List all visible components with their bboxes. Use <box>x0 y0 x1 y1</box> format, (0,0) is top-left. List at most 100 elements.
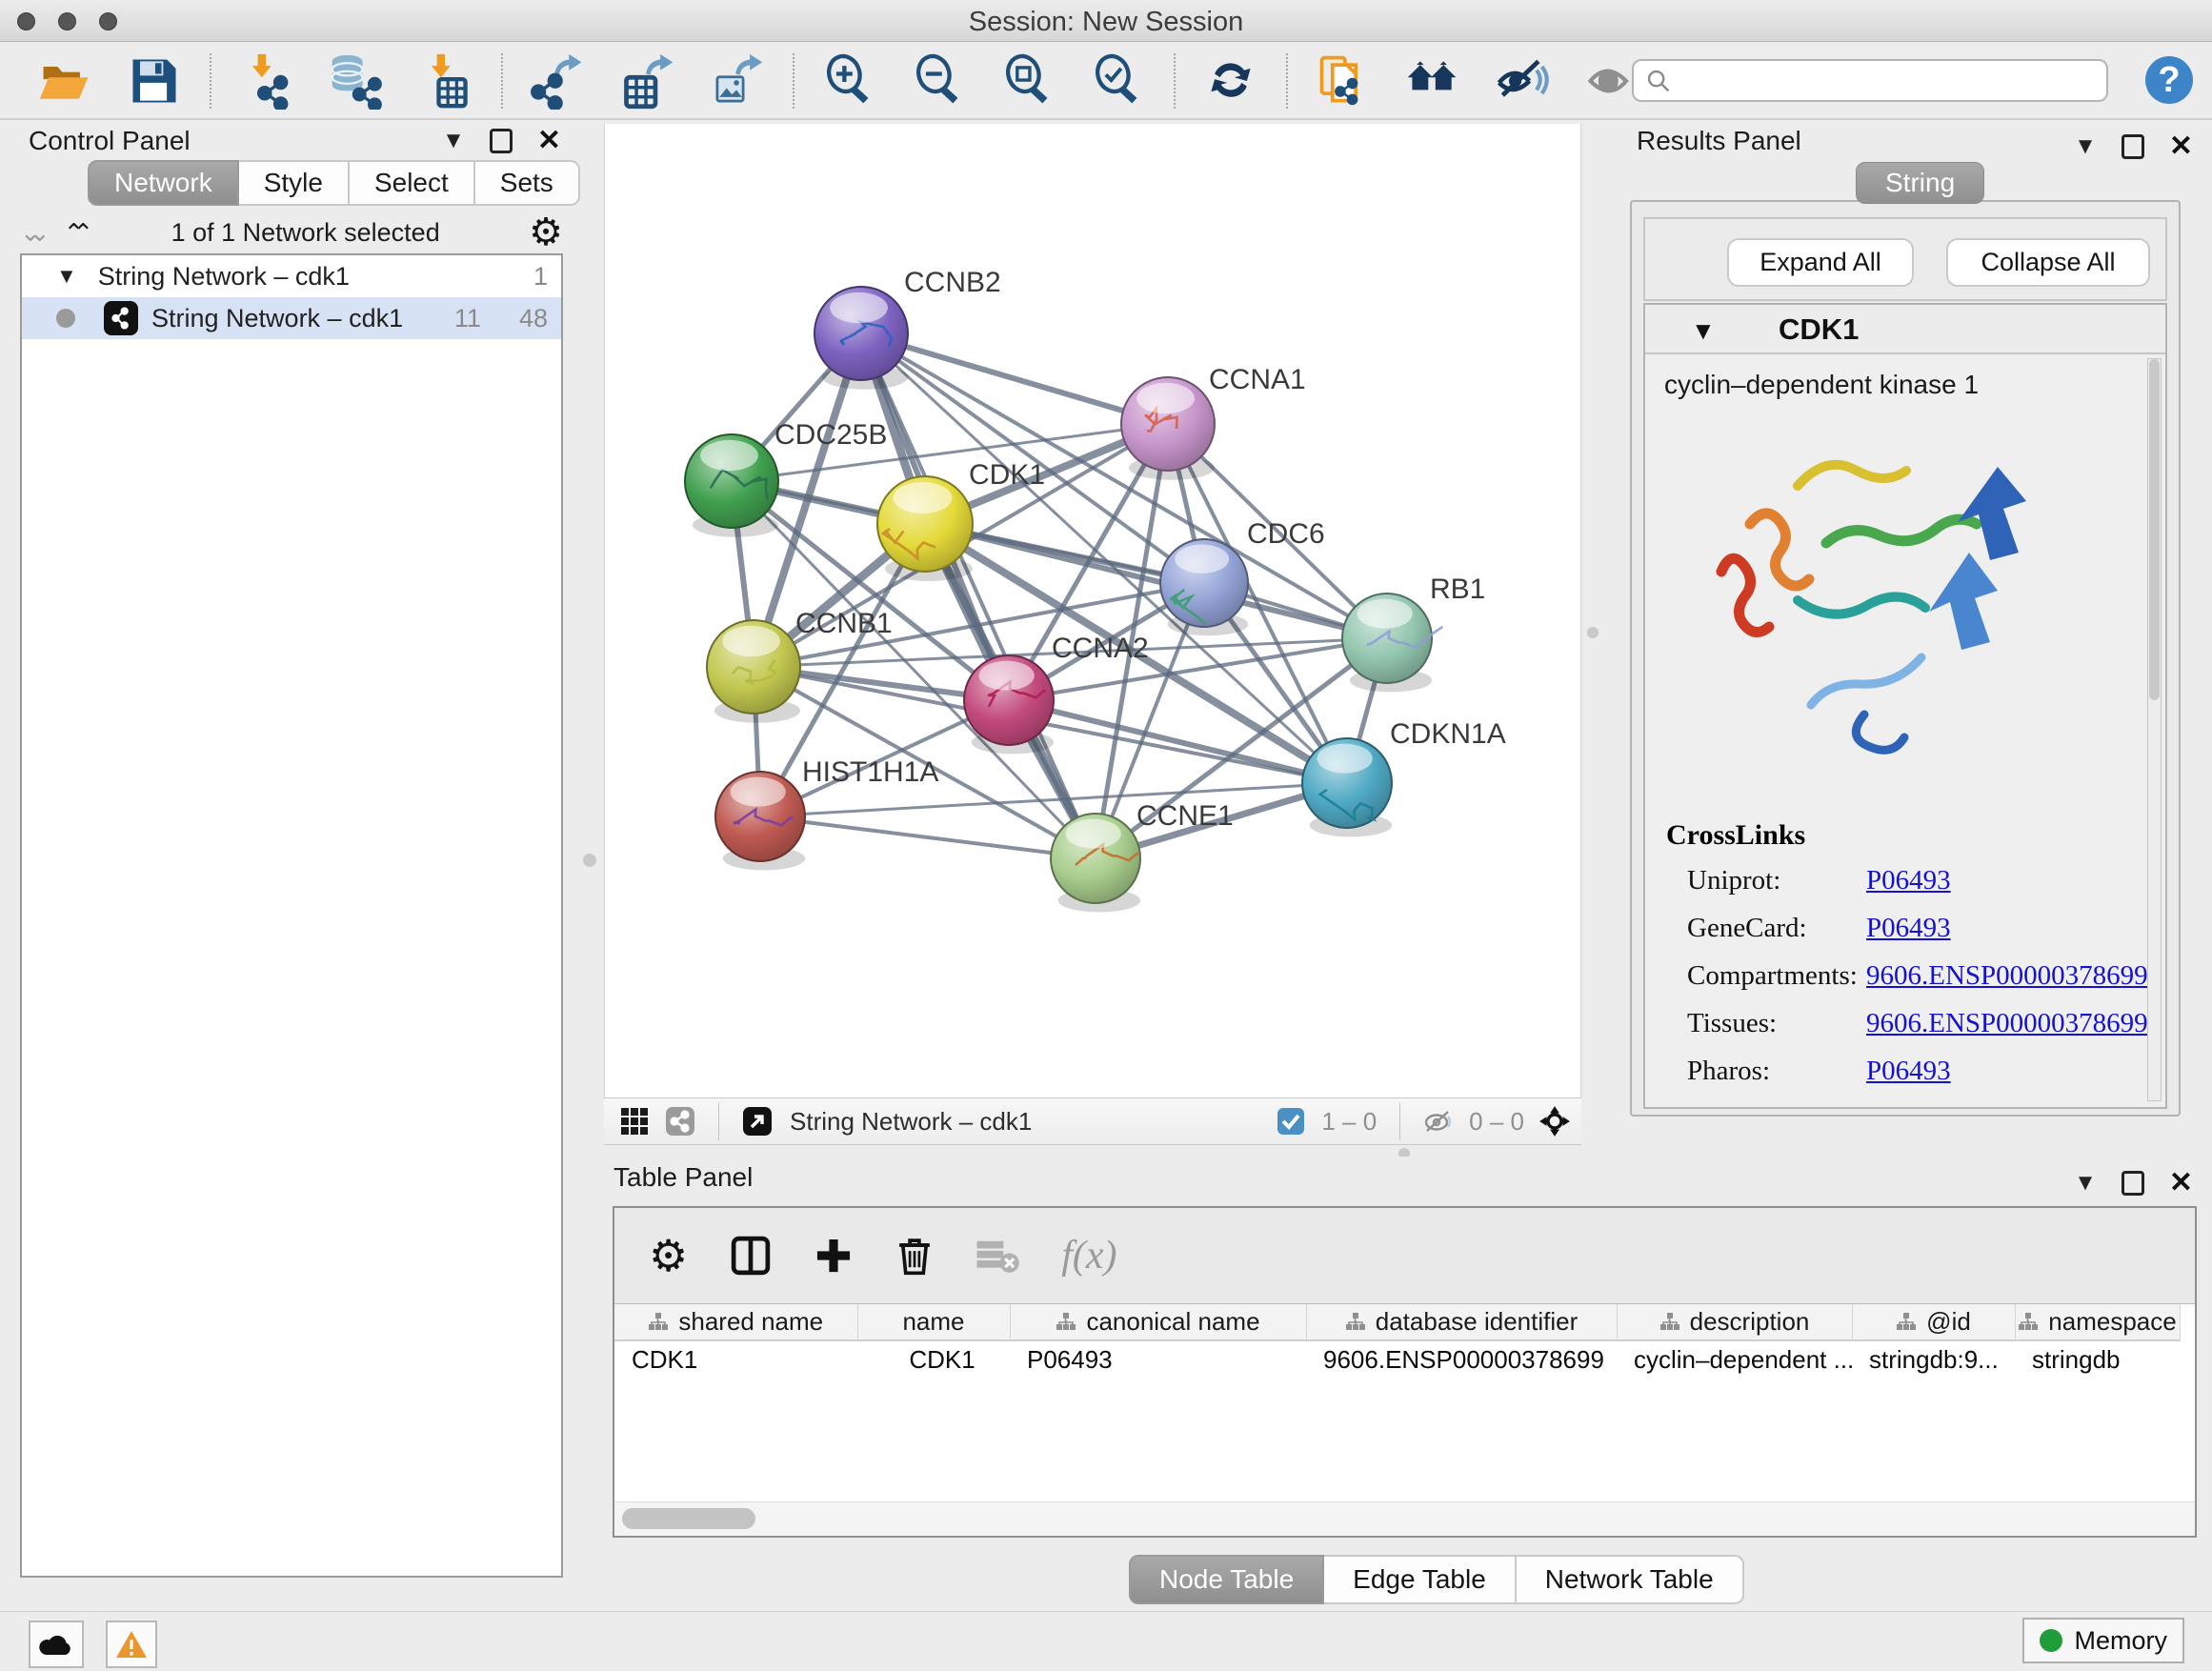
node-CCNB2[interactable]: CCNB2 <box>814 267 1001 390</box>
table-row[interactable]: CDK1CDK1P064939606.ENSP00000378699cyclin… <box>614 1340 2180 1379</box>
close-table-icon[interactable]: ✕ <box>2169 1166 2193 1199</box>
float-table-icon[interactable]: ▼ <box>2074 1170 2097 1197</box>
tab-style[interactable]: Style <box>239 160 350 206</box>
node-CDC25B[interactable]: CDC25B <box>685 419 887 537</box>
help-icon[interactable]: ? <box>2145 56 2193 104</box>
network-options-gear-icon[interactable]: ⚙ <box>529 213 563 252</box>
network-share-icon[interactable] <box>663 1104 697 1138</box>
node-CCNA1[interactable]: CCNA1 <box>1121 364 1306 480</box>
column-header-canonical-name[interactable]: canonical name <box>1010 1304 1306 1340</box>
crosslink-label: Tissues: <box>1687 1008 1866 1039</box>
gene-section-header[interactable]: ▼ CDK1 <box>1645 305 2165 354</box>
node-RB1[interactable]: RB1 <box>1342 574 1485 692</box>
table-cell[interactable]: P06493 <box>1010 1340 1306 1379</box>
crosslink-link[interactable]: P06493 <box>1866 1056 1951 1087</box>
first-neighbors-icon[interactable] <box>1402 50 1463 111</box>
node-CDK1[interactable]: CDK1 <box>877 459 1045 581</box>
results-scrollbar[interactable] <box>2147 358 2162 1101</box>
node-table[interactable]: shared namenamecanonical namedatabase id… <box>614 1303 2195 1501</box>
column-header-namespace[interactable]: namespace <box>2015 1304 2180 1340</box>
table-cell[interactable]: cyclin–dependent ... <box>1617 1340 1852 1379</box>
function-builder-icon[interactable]: f(x) <box>1061 1233 1116 1278</box>
table-cell[interactable]: stringdb:9... <box>1852 1340 2015 1379</box>
collapse-arrow-icon[interactable]: ▼ <box>56 264 77 289</box>
node-CDKN1A[interactable]: CDKN1A <box>1302 718 1506 836</box>
left-splitter-handle[interactable] <box>583 854 596 867</box>
column-header--id[interactable]: @id <box>1852 1304 2015 1340</box>
crosslink-link[interactable]: 9606.ENSP00000378699 <box>1866 1008 2148 1039</box>
zoom-in-icon[interactable] <box>819 50 880 111</box>
export-image-icon[interactable] <box>707 50 768 111</box>
column-header-database-identifier[interactable]: database identifier <box>1306 1304 1617 1340</box>
network-tree-row[interactable]: ▼ String Network – cdk1 1 <box>22 255 561 297</box>
export-table-icon[interactable] <box>617 50 678 111</box>
column-header-description[interactable]: description <box>1617 1304 1852 1340</box>
import-network-file-icon[interactable] <box>236 50 297 111</box>
maximize-panel-icon[interactable] <box>490 129 513 153</box>
search-box[interactable] <box>1632 59 2108 102</box>
table-cell[interactable]: stringdb <box>2015 1340 2180 1379</box>
table-options-gear-icon[interactable]: ⚙ <box>649 1237 688 1275</box>
column-header-shared-name[interactable]: shared name <box>614 1304 857 1340</box>
collapse-section-icon[interactable]: ▼ <box>1691 316 1716 346</box>
detach-view-icon[interactable] <box>740 1104 774 1138</box>
cloud-status-button[interactable] <box>29 1621 84 1668</box>
right-splitter-handle[interactable] <box>1587 627 1599 638</box>
add-column-icon[interactable] <box>814 1236 854 1276</box>
tab-network[interactable]: Network <box>88 160 239 206</box>
collapse-all-button[interactable]: Collapse All <box>1946 238 2150 287</box>
import-network-database-icon[interactable] <box>326 50 387 111</box>
memory-button[interactable]: Memory <box>2022 1618 2184 1663</box>
birds-eye-view-icon[interactable] <box>1538 1104 1572 1138</box>
crosslink-link[interactable]: 9606.ENSP00000378699 <box>1866 960 2148 992</box>
tab-string[interactable]: String <box>1856 162 1984 204</box>
warning-status-button[interactable] <box>106 1621 157 1668</box>
close-results-icon[interactable]: ✕ <box>2169 130 2193 163</box>
selected-checkbox-icon[interactable] <box>1274 1104 1308 1138</box>
table-cell[interactable]: CDK1 <box>857 1340 1010 1379</box>
show-hide-graphics-icon[interactable] <box>1492 50 1553 111</box>
hidden-eye-icon[interactable] <box>1421 1104 1456 1138</box>
open-session-icon[interactable] <box>34 50 95 111</box>
delete-column-icon[interactable] <box>895 1235 934 1277</box>
table-horizontal-scrollbar[interactable] <box>614 1501 2195 1536</box>
crosslink-link[interactable]: P06493 <box>1866 913 1951 944</box>
tab-edge-table[interactable]: Edge Table <box>1324 1555 1517 1604</box>
expand-all-button[interactable]: Expand All <box>1727 238 1914 287</box>
attribute-type-icon <box>1659 1312 1680 1333</box>
table-cell[interactable]: CDK1 <box>614 1340 857 1379</box>
tab-network-table[interactable]: Network Table <box>1517 1555 1744 1604</box>
network-canvas[interactable]: CCNB2CCNA1CDC25BCDK1CDC6RB1CCNB1CCNA2CDK… <box>604 124 1581 1097</box>
zoom-fit-icon[interactable] <box>998 50 1059 111</box>
export-network-icon[interactable] <box>528 50 589 111</box>
collapse-all-networks-icon[interactable]: ⌄⌄ <box>20 218 39 248</box>
zoom-selected-icon[interactable] <box>1088 50 1149 111</box>
show-columns-icon[interactable] <box>730 1234 772 1278</box>
tab-select[interactable]: Select <box>350 160 475 206</box>
refresh-layout-icon[interactable] <box>1200 50 1261 111</box>
import-table-file-icon[interactable] <box>415 50 476 111</box>
crosslink-link[interactable]: P06493 <box>1866 865 1951 896</box>
float-panel-icon[interactable]: ▼ <box>442 128 465 154</box>
column-header-name[interactable]: name <box>857 1304 1010 1340</box>
network-view-toolbar: String Network – cdk1 1 – 0 0 – 0 <box>604 1097 1581 1145</box>
clone-network-icon[interactable] <box>1313 50 1374 111</box>
save-session-icon[interactable] <box>124 50 185 111</box>
maximize-results-icon[interactable] <box>2122 134 2144 159</box>
node-CCNB1[interactable]: CCNB1 <box>707 608 893 723</box>
close-panel-icon[interactable]: ✕ <box>537 124 561 157</box>
expand-all-networks-icon[interactable]: ⌃⌃ <box>64 218 83 248</box>
search-input[interactable] <box>1679 66 2106 95</box>
maximize-table-icon[interactable] <box>2122 1171 2144 1196</box>
delete-table-icon[interactable] <box>975 1238 1019 1274</box>
float-results-icon[interactable]: ▼ <box>2074 133 2097 160</box>
grid-view-icon[interactable] <box>617 1104 652 1138</box>
tab-node-table[interactable]: Node Table <box>1129 1555 1324 1604</box>
table-cell[interactable]: 9606.ENSP00000378699 <box>1306 1340 1617 1379</box>
attribute-type-icon <box>2018 1312 2039 1333</box>
edge-HIST1H1A-CCNE1[interactable] <box>760 816 1096 858</box>
network-tree-row[interactable]: String Network – cdk1 1148 <box>22 297 561 339</box>
node-CCNE1[interactable]: CCNE1 <box>1051 800 1234 912</box>
tab-sets[interactable]: Sets <box>475 160 580 206</box>
zoom-out-icon[interactable] <box>909 50 970 111</box>
